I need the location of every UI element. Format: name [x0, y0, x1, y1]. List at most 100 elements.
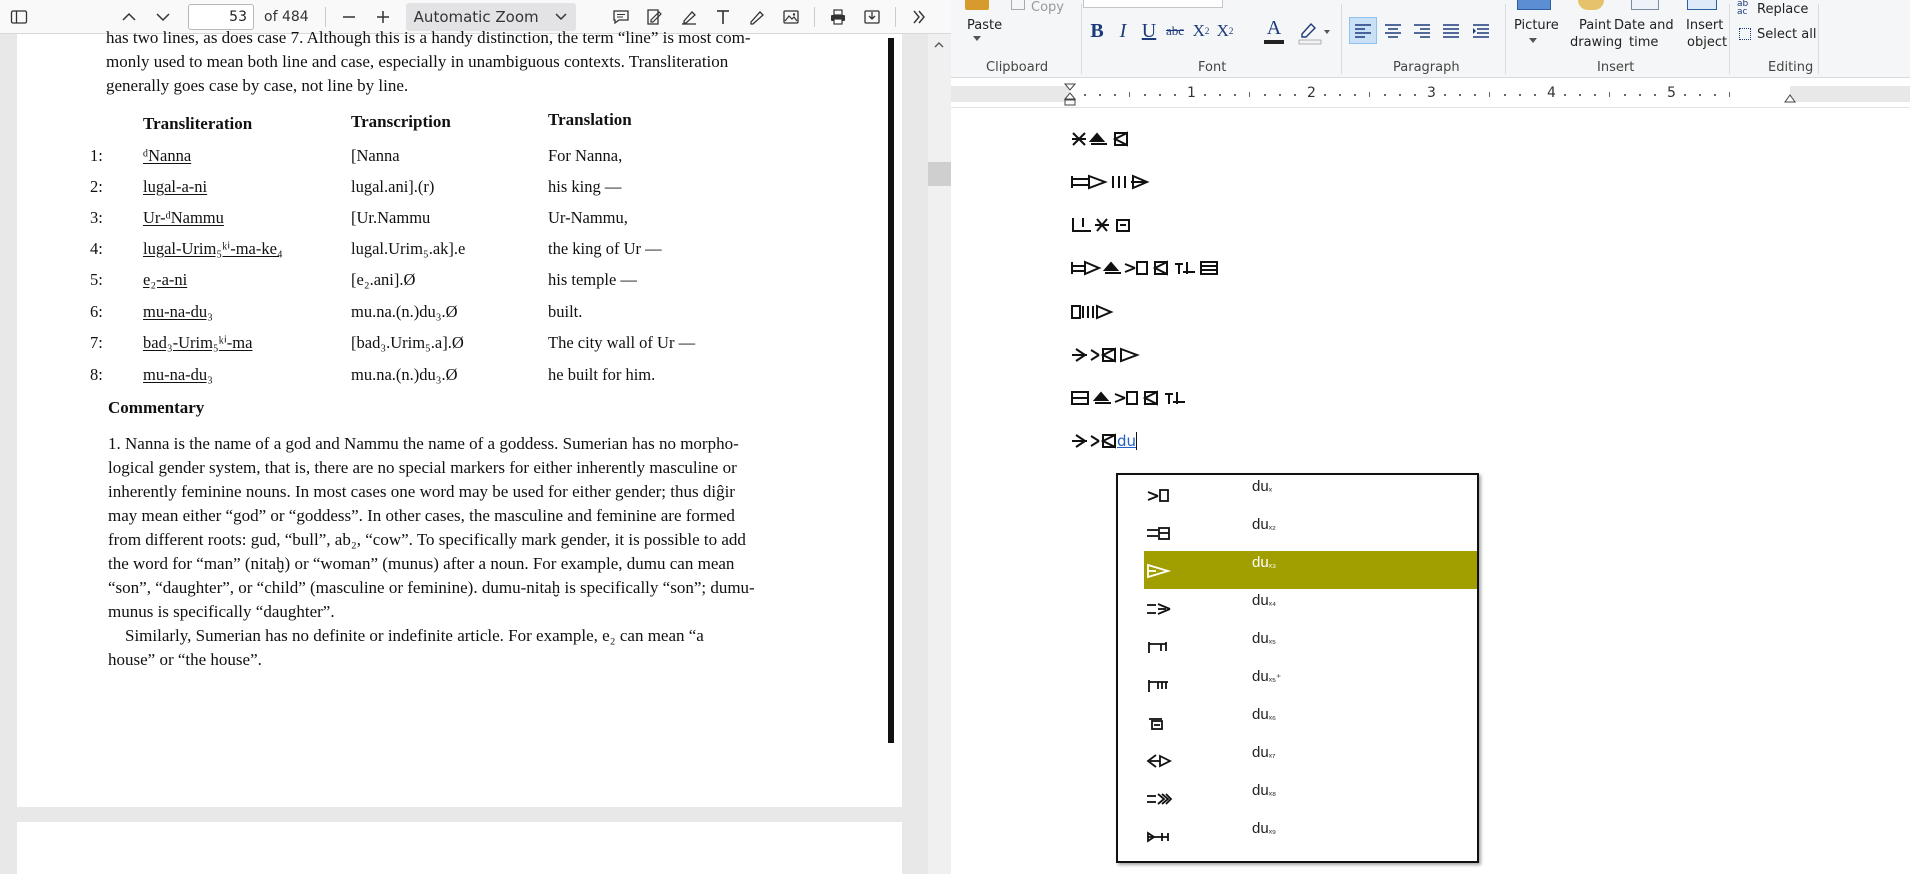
date-time-icon[interactable] [1631, 0, 1659, 10]
ribbon: Paste Copy Clipboard B I U abc X2 X2 A F… [951, 0, 1910, 78]
paint-icon[interactable] [1578, 0, 1604, 10]
cuneiform-line [1071, 256, 1241, 280]
autocomplete-index: ₓ₄ [1268, 597, 1277, 608]
table-header-transliteration: Transliteration [143, 114, 253, 133]
paste-dropdown-icon[interactable] [973, 36, 981, 42]
paragraph-options-button[interactable] [1467, 17, 1495, 44]
row-number: 1: [90, 146, 103, 165]
highlight-color-icon[interactable] [1297, 18, 1331, 46]
insert-group-label: Insert [1597, 60, 1635, 75]
subscript-button[interactable]: X2 [1189, 18, 1213, 44]
autocomplete-item[interactable]: duₓ₆ [1144, 703, 1477, 741]
paint-label[interactable]: Paint [1579, 18, 1611, 34]
date-and-label[interactable]: Date and [1614, 18, 1674, 34]
ruler-left-margin [951, 86, 1069, 102]
autocomplete-item[interactable]: duₓ₇ [1144, 741, 1477, 779]
row-translation: the king of Ur — [548, 239, 662, 258]
autocomplete-index: ₓ₇ [1268, 749, 1276, 760]
autocomplete-item[interactable]: duₓ₅⁺ [1144, 665, 1477, 703]
save-icon[interactable] [855, 0, 889, 34]
ruler-number: 3 [1427, 85, 1436, 101]
row-transliteration: Ur-ᵈNammu [143, 208, 224, 227]
typed-text[interactable]: du [1117, 432, 1136, 450]
table-row: 4: lugal-Urim₅ᵏⁱ-ma-ke₄ lugal.Urim₅.ak].… [17, 239, 902, 271]
strikethrough-button[interactable]: abc [1163, 18, 1187, 44]
table-row: 6: mu-na-du₃ mu.na.(n.)du₃.Ø built. [17, 302, 902, 334]
row-transliteration: mu-na-du₃ [143, 365, 213, 384]
autocomplete-index: ₓ₆ [1268, 711, 1277, 722]
insert-object-label[interactable]: Insert [1686, 18, 1723, 34]
cuneiform-line-current[interactable]: du [1071, 429, 1138, 453]
row-transliteration: mu-na-du₃ [143, 302, 213, 321]
align-center-button[interactable] [1379, 17, 1407, 44]
cuneiform-line [1071, 170, 1161, 194]
align-left-button[interactable] [1349, 17, 1377, 44]
autocomplete-item[interactable]: duₓ₂ [1144, 513, 1477, 551]
select-all-icon[interactable] [1739, 28, 1751, 40]
row-transliteration: bad₃-Urim₅ᵏⁱ-ma [143, 333, 253, 352]
time-label[interactable]: time [1629, 35, 1658, 51]
row-transliteration: lugal-Urim₅ᵏⁱ-ma-ke₄ [143, 239, 283, 258]
print-icon[interactable] [821, 0, 855, 34]
autocomplete-label: du [1252, 554, 1269, 571]
copy-button[interactable]: Copy [1031, 0, 1064, 16]
font-name-box[interactable] [1083, 0, 1223, 8]
row-translation: his king — [548, 177, 622, 196]
autocomplete-label: du [1252, 592, 1269, 609]
replace-icon[interactable]: ab ac [1737, 0, 1753, 17]
autocomplete-item[interactable]: duₓ₈ [1144, 779, 1477, 817]
autocomplete-label: du [1252, 782, 1269, 799]
ruler[interactable]: 1 2 3 4 5 [951, 82, 1910, 108]
autocomplete-item[interactable]: duₓ₅ [1144, 627, 1477, 665]
right-indent-marker-icon[interactable] [1784, 92, 1796, 104]
table-row: 3: Ur-ᵈNammu [Ur.Nammu Ur-Nammu, [17, 208, 902, 240]
autocomplete-label: du [1252, 668, 1269, 685]
autocomplete-item[interactable]: duₓ₄ [1144, 589, 1477, 627]
copy-icon[interactable] [1011, 0, 1025, 10]
autocomplete-index: ₓ₅ [1268, 635, 1276, 646]
italic-button[interactable]: I [1111, 18, 1135, 44]
picture-button[interactable]: Picture [1514, 18, 1559, 34]
commentary-line: from different roots: gud, “bull”, ab₂, … [108, 530, 746, 549]
autocomplete-index: ₓ₃ [1268, 559, 1277, 570]
justify-button[interactable] [1437, 17, 1465, 44]
font-color-icon[interactable]: A [1259, 18, 1289, 46]
table-header-transcription: Transcription [351, 112, 451, 131]
row-transliteration: ᵈNanna [143, 146, 192, 165]
replace-button[interactable]: Replace [1757, 2, 1808, 18]
picture-icon[interactable] [1517, 0, 1551, 10]
autocomplete-item[interactable]: duₓ [1144, 475, 1477, 513]
commentary-line: may mean either “god” or “goddess”. In o… [108, 506, 735, 525]
select-all-button[interactable]: Select all [1757, 27, 1816, 43]
autocomplete-item[interactable]: duₓ₉ [1144, 817, 1477, 855]
scroll-up-icon[interactable] [932, 38, 946, 52]
indent-marker-icon[interactable] [1064, 83, 1076, 107]
drawing-label[interactable]: drawing [1570, 35, 1622, 51]
row-translation: For Nanna, [548, 146, 623, 165]
picture-dropdown-icon[interactable] [1529, 38, 1537, 44]
scrollbar-thumb[interactable] [928, 162, 951, 186]
commentary-heading: Commentary [108, 398, 205, 417]
insert-object-icon[interactable] [1687, 0, 1717, 10]
row-number: 8: [90, 365, 103, 384]
object-label[interactable]: object [1687, 35, 1727, 51]
more-tools-icon[interactable] [902, 0, 936, 34]
paste-icon[interactable] [965, 0, 989, 10]
sidebar-toggle-icon[interactable] [2, 0, 36, 34]
commentary-line: 1. Nanna is the name of a god and Nammu … [108, 434, 739, 453]
table-header-translation: Translation [548, 110, 632, 129]
row-transcription: [Nanna [351, 146, 400, 165]
row-number: 7: [90, 333, 103, 352]
bold-button[interactable]: B [1085, 18, 1109, 44]
row-transliteration: e₂-a-ni [143, 270, 188, 289]
superscript-button[interactable]: X2 [1213, 18, 1237, 44]
autocomplete-index: ₓ₅⁺ [1268, 673, 1282, 684]
paste-button[interactable]: Paste [967, 18, 1002, 34]
autocomplete-item-selected[interactable]: duₓ₃ [1144, 551, 1477, 589]
pdf-scrollbar[interactable] [928, 34, 951, 874]
underline-button[interactable]: U [1137, 18, 1161, 44]
commentary-line: Similarly, Sumerian has no definite or i… [108, 626, 704, 645]
align-right-button[interactable] [1408, 17, 1436, 44]
cuneiform-line [1071, 127, 1141, 151]
table-row: 2: lugal-a-ni lugal.ani].(r) his king — [17, 177, 902, 209]
